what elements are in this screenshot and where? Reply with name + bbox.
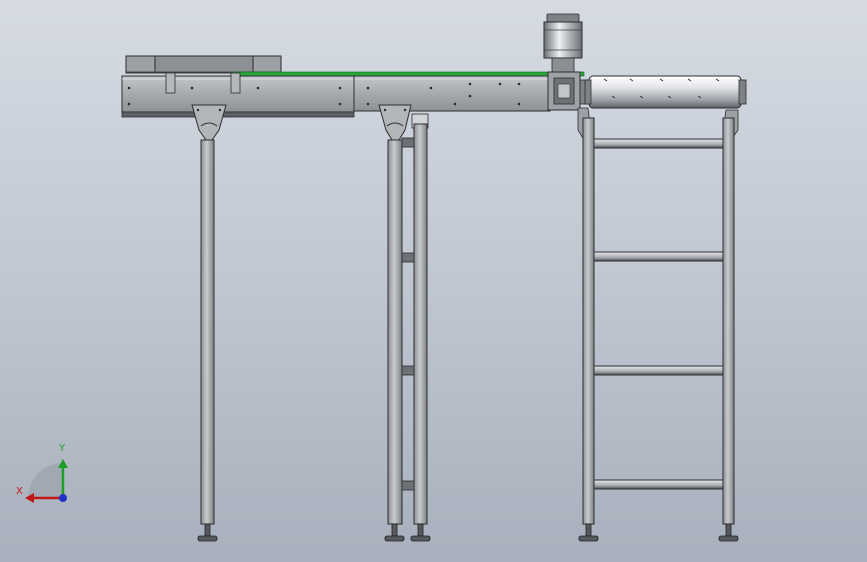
product-box xyxy=(125,55,282,74)
support-frame-right xyxy=(577,107,739,525)
cad-viewport[interactable]: Y X xyxy=(0,0,867,562)
x-axis-label: X xyxy=(16,486,23,497)
triad-plane xyxy=(28,463,63,498)
z-axis-dot xyxy=(59,494,67,502)
cross-braces xyxy=(593,138,724,490)
roller-drum xyxy=(584,75,747,109)
drive-motor xyxy=(543,13,583,73)
belt xyxy=(231,71,585,77)
leveling-feet xyxy=(197,523,739,542)
conveyor-frame xyxy=(121,72,551,118)
conveyor-assembly-drawing xyxy=(25,13,747,542)
leg-bracket-left xyxy=(191,104,227,141)
support-leg-middle xyxy=(387,123,428,525)
gearbox xyxy=(547,71,589,111)
coordinate-triad xyxy=(25,459,68,503)
y-axis-label: Y xyxy=(59,443,66,454)
support-leg-left xyxy=(200,139,215,525)
